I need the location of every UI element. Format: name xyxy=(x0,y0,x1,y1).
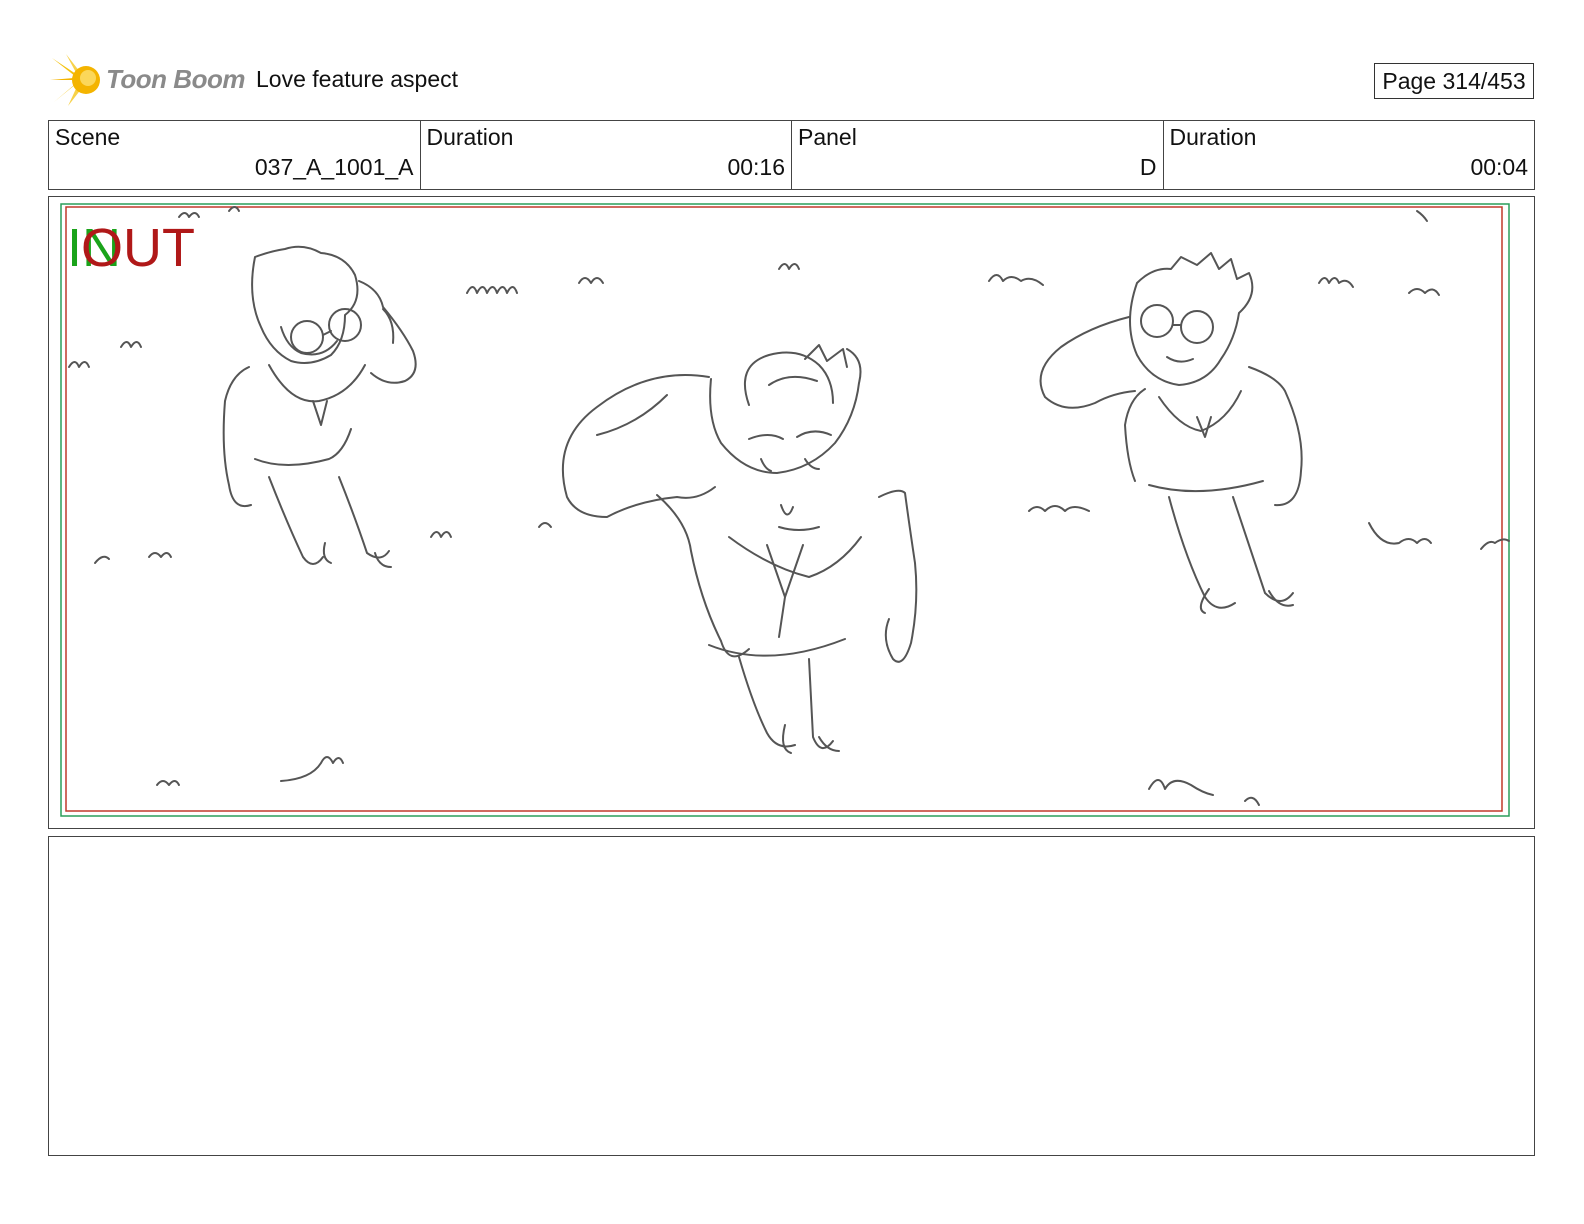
scene-duration-cell: Duration 00:16 xyxy=(421,121,792,189)
storyboard-panel: IN OUT xyxy=(48,196,1535,829)
panel-duration-label: Duration xyxy=(1169,124,1257,150)
panel-sketch xyxy=(60,203,1510,817)
scene-info-table: Scene 037_A_1001_A Duration 00:16 Panel … xyxy=(48,120,1535,190)
scene-cell: Scene 037_A_1001_A xyxy=(49,121,421,189)
logo-wordmark: Toon Boom xyxy=(106,64,245,94)
toon-boom-logo: Toon Boom xyxy=(50,52,245,108)
panel-duration-cell: Duration 00:04 xyxy=(1164,121,1535,189)
panel-notes-box[interactable] xyxy=(48,836,1535,1156)
scene-value: 037_A_1001_A xyxy=(254,154,414,180)
panel-label: Panel xyxy=(798,124,857,150)
panel-value: D xyxy=(1139,154,1157,180)
scene-duration-value: 00:16 xyxy=(727,154,785,180)
in-out-marker: IN OUT xyxy=(67,221,207,281)
scene-duration-label: Duration xyxy=(426,124,514,150)
panel-cell: Panel D xyxy=(792,121,1164,189)
panel-duration-value: 00:04 xyxy=(1470,154,1528,180)
scene-label: Scene xyxy=(55,124,121,150)
sunburst-icon xyxy=(50,54,100,106)
out-marker: OUT xyxy=(81,218,195,278)
project-title: Love feature aspect xyxy=(256,66,459,92)
page-indicator: Page 314/453 xyxy=(1374,63,1534,99)
